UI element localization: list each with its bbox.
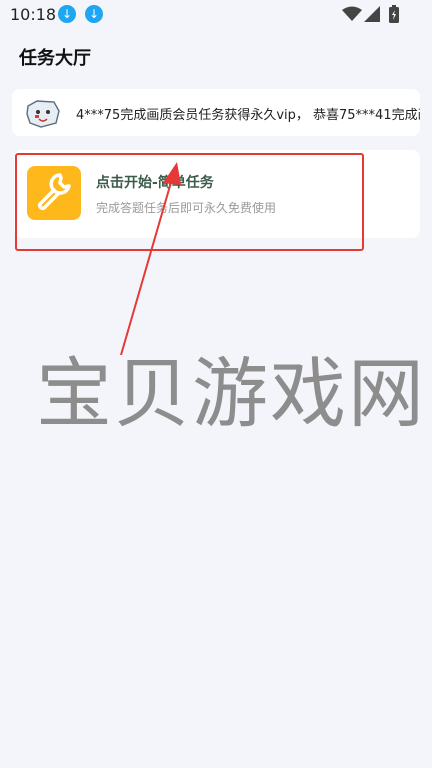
watermark: 宝贝游戏网 <box>36 349 426 438</box>
notice-ticker: 4***75完成画质会员任务获得永久vip， 恭喜75***41完成画质 <box>12 89 420 136</box>
signal-icon <box>364 6 380 22</box>
mascot-icon <box>26 100 60 128</box>
download-icon: ↓ <box>58 5 76 23</box>
status-bar: 10:18 ↓ ↓ <box>0 0 432 30</box>
highlight-box <box>15 153 364 251</box>
battery-icon <box>389 5 399 23</box>
page-title: 任务大厅 <box>19 48 91 69</box>
download-icon: ↓ <box>85 5 103 23</box>
ticker-text: 4***75完成画质会员任务获得永久vip， 恭喜75***41完成画质 <box>76 108 420 123</box>
status-time: 10:18 <box>10 5 57 24</box>
wifi-icon <box>342 6 362 21</box>
